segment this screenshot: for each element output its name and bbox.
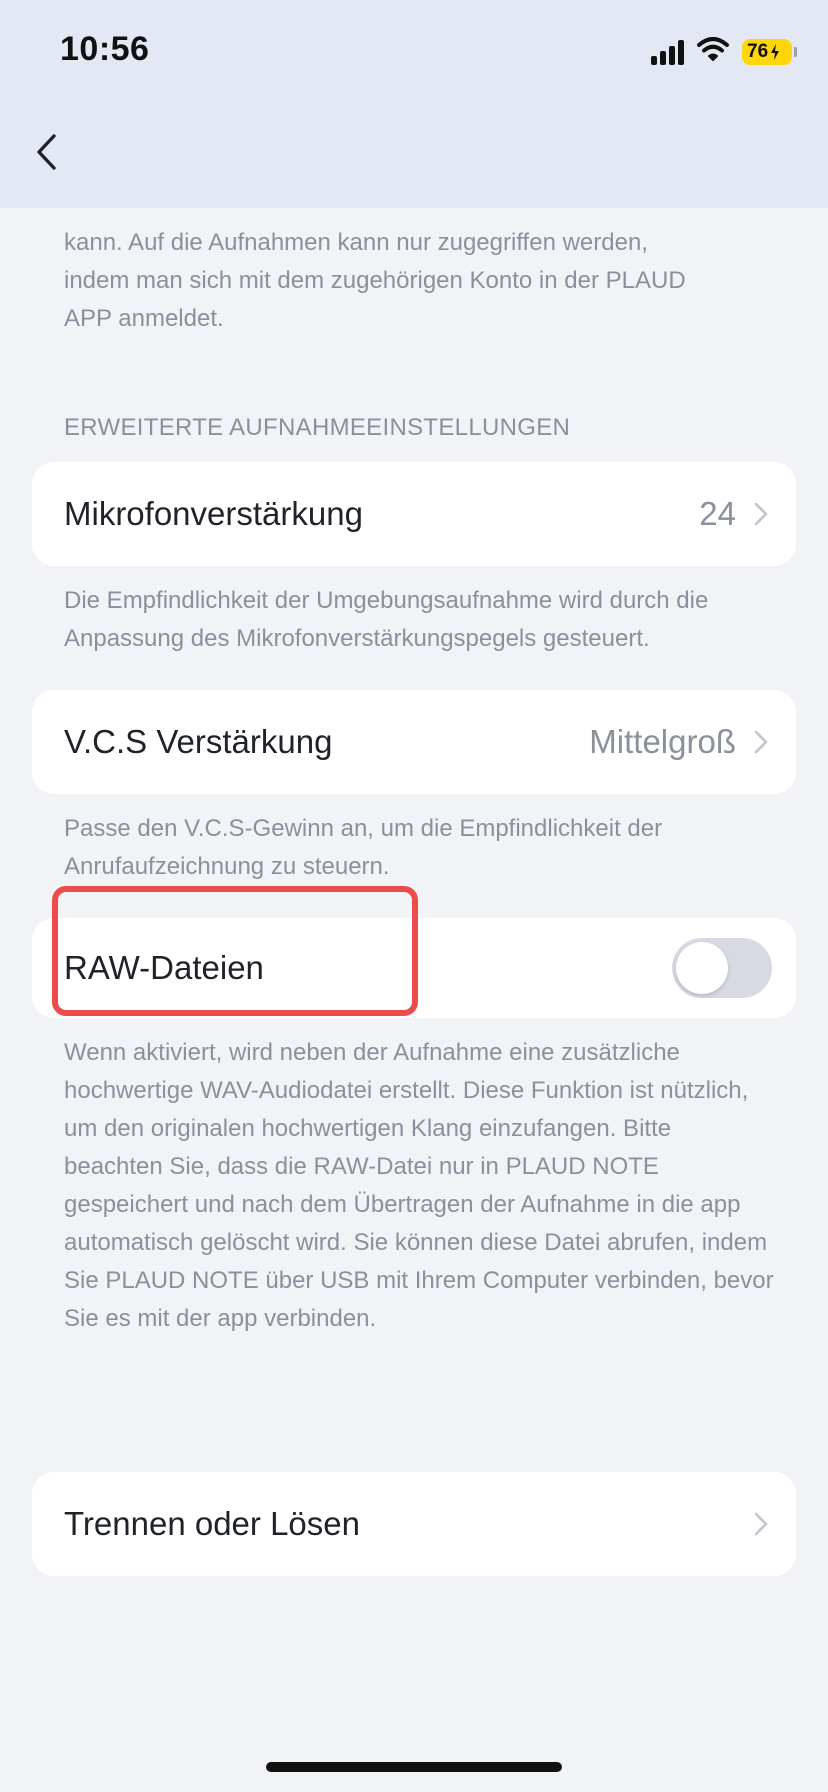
battery-level: 76 xyxy=(747,40,769,62)
vcs-gain-note: Passe den V.C.S-Gewinn an, um die Empfin… xyxy=(64,815,663,880)
vcs-gain-label: V.C.S Verstärkung xyxy=(64,723,333,760)
raw-files-note: Wenn aktiviert, wird neben der Aufnahme … xyxy=(64,1039,774,1332)
intro-note-line: kann. Auf die Aufnahmen kann nur zugegri… xyxy=(64,229,648,256)
charging-bolt-icon xyxy=(771,43,780,60)
intro-note-line: APP anmeldet. xyxy=(64,305,224,332)
chevron-right-icon xyxy=(754,727,772,757)
intro-note: kann. Auf die Aufnahmen kann nur zugegri… xyxy=(64,186,776,338)
disconnect-label: Trennen oder Lösen xyxy=(64,1505,360,1542)
status-icons: 76 xyxy=(651,36,797,67)
mic-gain-row[interactable]: Mikrofonverstärkung 24 xyxy=(32,462,796,566)
chevron-right-icon xyxy=(754,499,772,529)
cellular-signal-icon xyxy=(651,39,684,65)
vcs-gain-value: Mittelgroß xyxy=(589,723,736,760)
section-title: ERWEITERTE AUFNAHMEEINSTELLUNGEN xyxy=(64,414,571,441)
toggle-knob xyxy=(676,942,728,994)
raw-files-toggle[interactable] xyxy=(672,938,772,998)
settings-page: kann. Auf die Aufnahmen kann nur zugegri… xyxy=(0,0,828,1792)
intro-note-line: indem man sich mit dem zugehörigen Konto… xyxy=(64,267,686,294)
mic-gain-note: Die Empfindlichkeit der Umgebungsaufnahm… xyxy=(64,587,709,652)
wifi-icon xyxy=(696,36,730,67)
back-button[interactable] xyxy=(24,124,68,180)
raw-files-row: RAW-Dateien xyxy=(32,918,796,1018)
battery-icon: 76 xyxy=(742,38,797,65)
chevron-right-icon xyxy=(754,1509,772,1539)
raw-files-label: RAW-Dateien xyxy=(64,949,264,986)
disconnect-row[interactable]: Trennen oder Lösen xyxy=(32,1472,796,1576)
header: 10:56 76 xyxy=(0,0,828,208)
mic-gain-label: Mikrofonverstärkung xyxy=(64,495,363,532)
status-time: 10:56 xyxy=(60,30,150,68)
mic-gain-value: 24 xyxy=(699,495,736,532)
chevron-left-icon xyxy=(37,134,56,170)
vcs-gain-row[interactable]: V.C.S Verstärkung Mittelgroß xyxy=(32,690,796,794)
home-indicator xyxy=(266,1762,562,1772)
